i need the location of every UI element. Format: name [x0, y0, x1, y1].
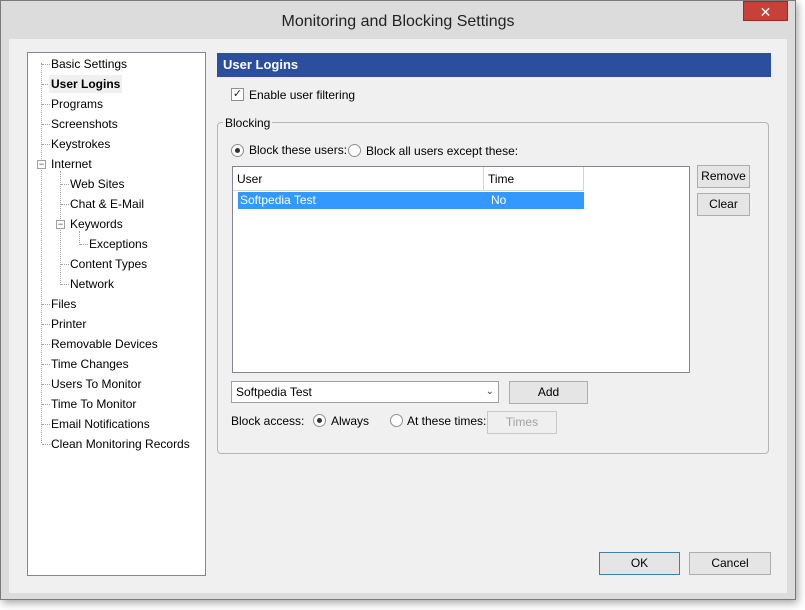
always-label[interactable]: Always	[331, 414, 369, 428]
block-these-users-radio[interactable]	[231, 144, 244, 157]
cell-time: No	[491, 193, 507, 207]
tree-item-exceptions[interactable]: Exceptions	[87, 235, 150, 253]
tree-item-printer[interactable]: Printer	[49, 315, 88, 333]
tree-item-time-changes[interactable]: Time Changes	[49, 355, 131, 373]
column-header-user[interactable]: User	[233, 167, 484, 191]
cell-user: Softpedia Test	[240, 193, 316, 207]
tree-item-network[interactable]: Network	[68, 275, 116, 293]
table-row[interactable]: Softpedia Test No	[238, 192, 584, 209]
tree-connector	[41, 63, 42, 443]
check-icon: ✓	[232, 88, 243, 100]
blocked-users-table[interactable]: User Time Softpedia Test No	[232, 166, 690, 373]
ok-button[interactable]: OK	[599, 552, 680, 575]
tree-item-keystrokes[interactable]: Keystrokes	[49, 135, 112, 153]
enable-filtering-label[interactable]: Enable user filtering	[249, 88, 355, 102]
close-button[interactable]: ✕	[743, 1, 788, 21]
tree-item-time-to-monitor[interactable]: Time To Monitor	[49, 395, 138, 413]
block-these-users-label[interactable]: Block these users:	[249, 143, 347, 157]
collapse-internet-icon[interactable]: −	[37, 160, 46, 169]
tree-connector	[79, 231, 80, 245]
chevron-down-icon: ⌄	[485, 386, 494, 397]
tree-item-screenshots[interactable]: Screenshots	[49, 115, 120, 133]
settings-window: Monitoring and Blocking Settings ✕ − − B…	[0, 0, 796, 600]
block-access-label: Block access:	[231, 414, 305, 428]
add-button[interactable]: Add	[509, 381, 588, 404]
tree-item-email-notifications[interactable]: Email Notifications	[49, 415, 152, 433]
enable-filtering-checkbox[interactable]: ✓	[231, 88, 244, 101]
user-select-value: Softpedia Test	[236, 385, 312, 399]
block-all-except-label[interactable]: Block all users except these:	[366, 144, 518, 158]
at-these-times-radio[interactable]	[390, 414, 403, 427]
tree-item-removable-devices[interactable]: Removable Devices	[49, 335, 160, 353]
times-button[interactable]: Times	[487, 411, 557, 434]
title-bar[interactable]: Monitoring and Blocking Settings ✕	[1, 1, 795, 39]
cancel-button[interactable]: Cancel	[689, 552, 771, 575]
block-all-except-radio[interactable]	[348, 144, 361, 157]
at-these-times-label[interactable]: At these times:	[407, 414, 486, 428]
window-title: Monitoring and Blocking Settings	[281, 13, 515, 30]
always-radio[interactable]	[313, 414, 326, 427]
tree-item-chat-email[interactable]: Chat & E-Mail	[68, 195, 146, 213]
tree-item-clean-monitoring-records[interactable]: Clean Monitoring Records	[49, 435, 192, 453]
tree-item-programs[interactable]: Programs	[49, 95, 105, 113]
tree-item-users-to-monitor[interactable]: Users To Monitor	[49, 375, 143, 393]
tree-item-files[interactable]: Files	[49, 295, 78, 313]
tree-item-basic-settings[interactable]: Basic Settings	[49, 55, 129, 73]
column-header-time[interactable]: Time	[484, 167, 584, 191]
user-select[interactable]: Softpedia Test ⌄	[231, 381, 499, 403]
dialog-client: − − Basic Settings User Logins Programs …	[9, 39, 787, 593]
tree-item-internet[interactable]: Internet	[49, 155, 94, 173]
close-icon: ✕	[759, 4, 772, 20]
tree-item-content-types[interactable]: Content Types	[68, 255, 149, 273]
settings-tree[interactable]: − − Basic Settings User Logins Programs …	[27, 52, 206, 576]
tree-item-user-logins[interactable]: User Logins	[49, 75, 123, 93]
clear-button[interactable]: Clear	[697, 193, 750, 216]
collapse-keywords-icon[interactable]: −	[56, 220, 65, 229]
panel-header: User Logins	[217, 53, 771, 77]
remove-button[interactable]: Remove	[697, 165, 750, 188]
tree-item-keywords[interactable]: Keywords	[68, 215, 125, 233]
blocking-group-title: Blocking	[223, 116, 273, 130]
tree-item-web-sites[interactable]: Web Sites	[68, 175, 126, 193]
